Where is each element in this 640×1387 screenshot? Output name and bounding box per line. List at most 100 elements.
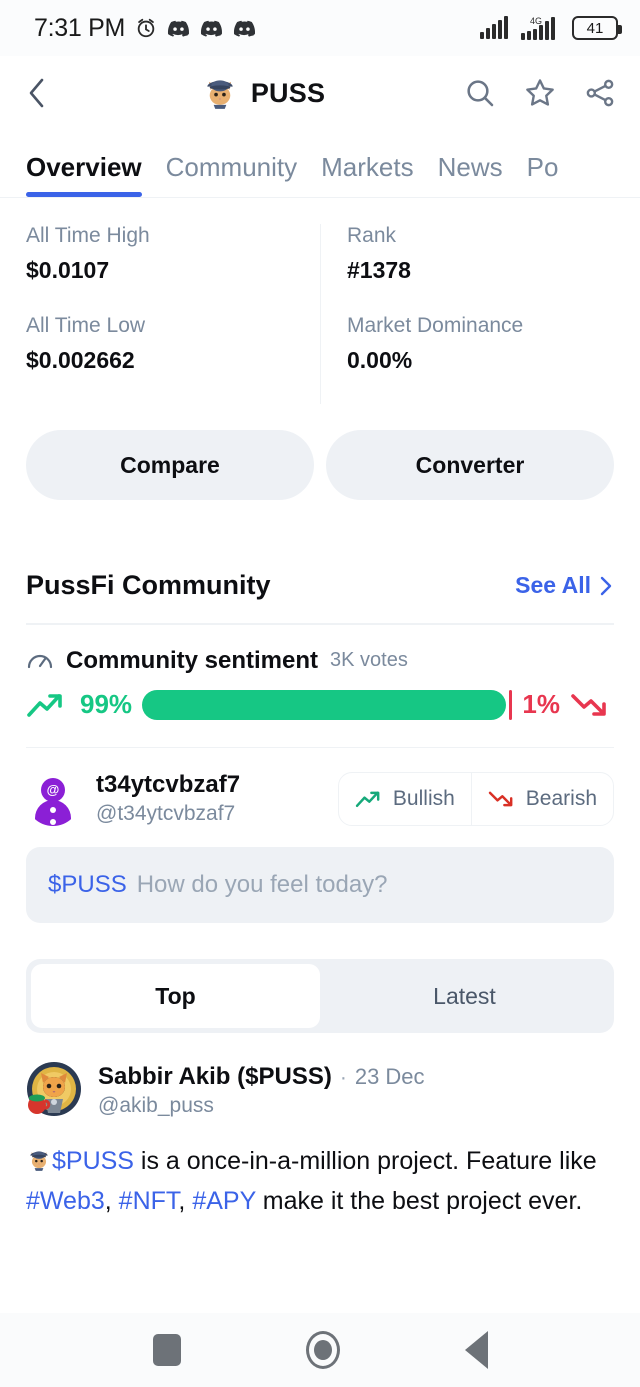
discord-icon (200, 20, 223, 37)
status-bar: 7:31 PM 4G 41 (0, 0, 640, 56)
sentiment-header: Community sentiment 3K votes (0, 625, 640, 675)
post-item: Sabbir Akib ($PUSS) · 23 Dec @akib_puss … (0, 1033, 640, 1221)
puss-cat-logo-icon (207, 80, 233, 109)
back-button[interactable] (24, 76, 70, 110)
stat-value: #1378 (347, 257, 411, 283)
tab-portfolio[interactable]: Po (527, 152, 583, 197)
post-body-link[interactable]: $PUSS (52, 1147, 134, 1175)
status-bar-right: 4G 41 (480, 15, 622, 41)
converter-button[interactable]: Converter (326, 430, 614, 500)
feed-tab-top[interactable]: Top (31, 964, 320, 1029)
sentiment-bar-bearish (508, 689, 513, 720)
post-separator: · (339, 1066, 347, 1090)
post-body-link[interactable]: #APY (192, 1187, 255, 1215)
post-body-text-segment: is a once-in-a-million project. Feature … (133, 1147, 597, 1176)
feed-tab-group: Top Latest (26, 959, 614, 1034)
stat-value: $0.002662 (26, 347, 135, 373)
star-icon[interactable] (524, 77, 556, 109)
post-meta: Sabbir Akib ($PUSS) · 23 Dec @akib_puss (98, 1061, 425, 1118)
stat-market-dominance: Market Dominance 0.00% (320, 314, 614, 404)
signal-bars-icon (480, 16, 508, 39)
bullish-label: Bullish (392, 786, 455, 810)
post-composer[interactable]: $PUSS How do you feel today? (26, 847, 614, 924)
post-body-link[interactable]: #NFT (119, 1187, 179, 1215)
current-user-names: t34ytcvbzaf7 @t34ytcvbzaf7 (96, 770, 322, 827)
network-type-label: 4G (530, 16, 542, 26)
tab-markets[interactable]: Markets (321, 152, 437, 197)
battery-level: 41 (586, 19, 604, 37)
search-icon[interactable] (464, 77, 496, 109)
sentiment-vote-group: Bullish Bearish (337, 771, 614, 826)
post-header: Sabbir Akib ($PUSS) · 23 Dec @akib_puss (26, 1061, 614, 1118)
avatar[interactable]: @ (26, 772, 80, 826)
avatar-head: @ (41, 777, 65, 802)
battery-indicator: 41 (572, 16, 622, 40)
post-name-line: Sabbir Akib ($PUSS) · 23 Dec (98, 1063, 425, 1091)
tab-bar: Overview Community Markets News Po (0, 130, 640, 198)
triangle-back-icon[interactable] (464, 1331, 488, 1369)
system-nav-bar (0, 1313, 640, 1387)
puss-cat-emoji-icon (30, 1151, 48, 1172)
current-user-name: t34ytcvbzaf7 (96, 771, 241, 798)
stat-label: Market Dominance (347, 314, 524, 337)
action-buttons: Compare Converter (0, 414, 640, 500)
post-body-text-segment: , (104, 1186, 119, 1215)
trend-down-icon (488, 791, 513, 807)
sentiment-votes: 3K votes (330, 649, 408, 671)
circle-home-icon[interactable] (305, 1331, 340, 1369)
page-title: PUSS (250, 77, 326, 108)
stat-rank: Rank #1378 (320, 224, 614, 314)
tab-community[interactable]: Community (166, 152, 321, 197)
app-bar: PUSS (0, 56, 640, 130)
post-body-link[interactable]: #Web3 (26, 1187, 105, 1215)
trend-down-icon (571, 693, 606, 716)
alarm-icon (137, 18, 155, 38)
post-author: Sabbir Akib ($PUSS) (98, 1063, 332, 1091)
stat-label: All Time Low (26, 314, 146, 337)
tab-overview[interactable]: Overview (26, 152, 166, 197)
bullish-button[interactable]: Bullish (339, 773, 471, 825)
composer-ticker: $PUSS (48, 871, 127, 899)
sentiment-bar-row: 99% 1% (0, 675, 640, 747)
sentiment-bar (142, 689, 513, 720)
chevron-right-icon (600, 576, 612, 595)
post-date: 23 Dec (354, 1064, 425, 1090)
sentiment-title: Community sentiment (66, 646, 319, 674)
sentiment-bar-bullish (142, 689, 506, 720)
share-icon[interactable] (584, 77, 616, 109)
sentiment-bullish-pct: 99% (80, 689, 133, 719)
stat-value: 0.00% (347, 347, 413, 373)
bearish-button[interactable]: Bearish (470, 772, 613, 825)
avatar[interactable] (26, 1061, 82, 1117)
feed-tab-latest[interactable]: Latest (320, 964, 609, 1028)
post-body: $PUSS is a once-in-a-million project. Fe… (26, 1142, 614, 1221)
post-handle: @akib_puss (98, 1094, 214, 1118)
community-section-header: PussFi Community See All (0, 500, 640, 623)
post-body-text: $PUSS is a once-in-a-million project. Fe… (26, 1147, 597, 1215)
see-all-label: See All (515, 572, 591, 598)
tab-news[interactable]: News (438, 152, 527, 197)
community-section-title: PussFi Community (26, 570, 271, 600)
stat-value: $0.0107 (26, 257, 110, 283)
stats-grid: All Time High $0.0107 Rank #1378 All Tim… (0, 198, 640, 414)
app-title-group: PUSS (70, 74, 456, 112)
discord-icon (233, 20, 256, 37)
current-user-row: @ t34ytcvbzaf7 @t34ytcvbzaf7 Bullish Bea… (0, 748, 640, 827)
sentiment-bearish-pct: 1% (522, 689, 560, 719)
trend-up-icon (355, 791, 380, 807)
avatar-body (35, 799, 71, 826)
stat-label: Rank (347, 224, 397, 247)
status-time: 7:31 PM (34, 13, 126, 42)
compare-button[interactable]: Compare (26, 430, 314, 500)
see-all-link[interactable]: See All (515, 572, 614, 599)
stat-label: All Time High (26, 224, 150, 247)
signal-4g-icon: 4G (521, 16, 555, 40)
stat-all-time-low: All Time Low $0.002662 (26, 314, 320, 404)
stat-all-time-high: All Time High $0.0107 (26, 224, 320, 314)
square-recents-icon[interactable] (152, 1334, 181, 1366)
app-bar-actions (456, 77, 616, 109)
trend-up-icon (27, 693, 62, 717)
post-body-text-segment: make it the best project ever. (255, 1186, 583, 1215)
current-user-handle: @t34ytcvbzaf7 (96, 802, 236, 825)
status-bar-left: 7:31 PM (34, 14, 256, 43)
